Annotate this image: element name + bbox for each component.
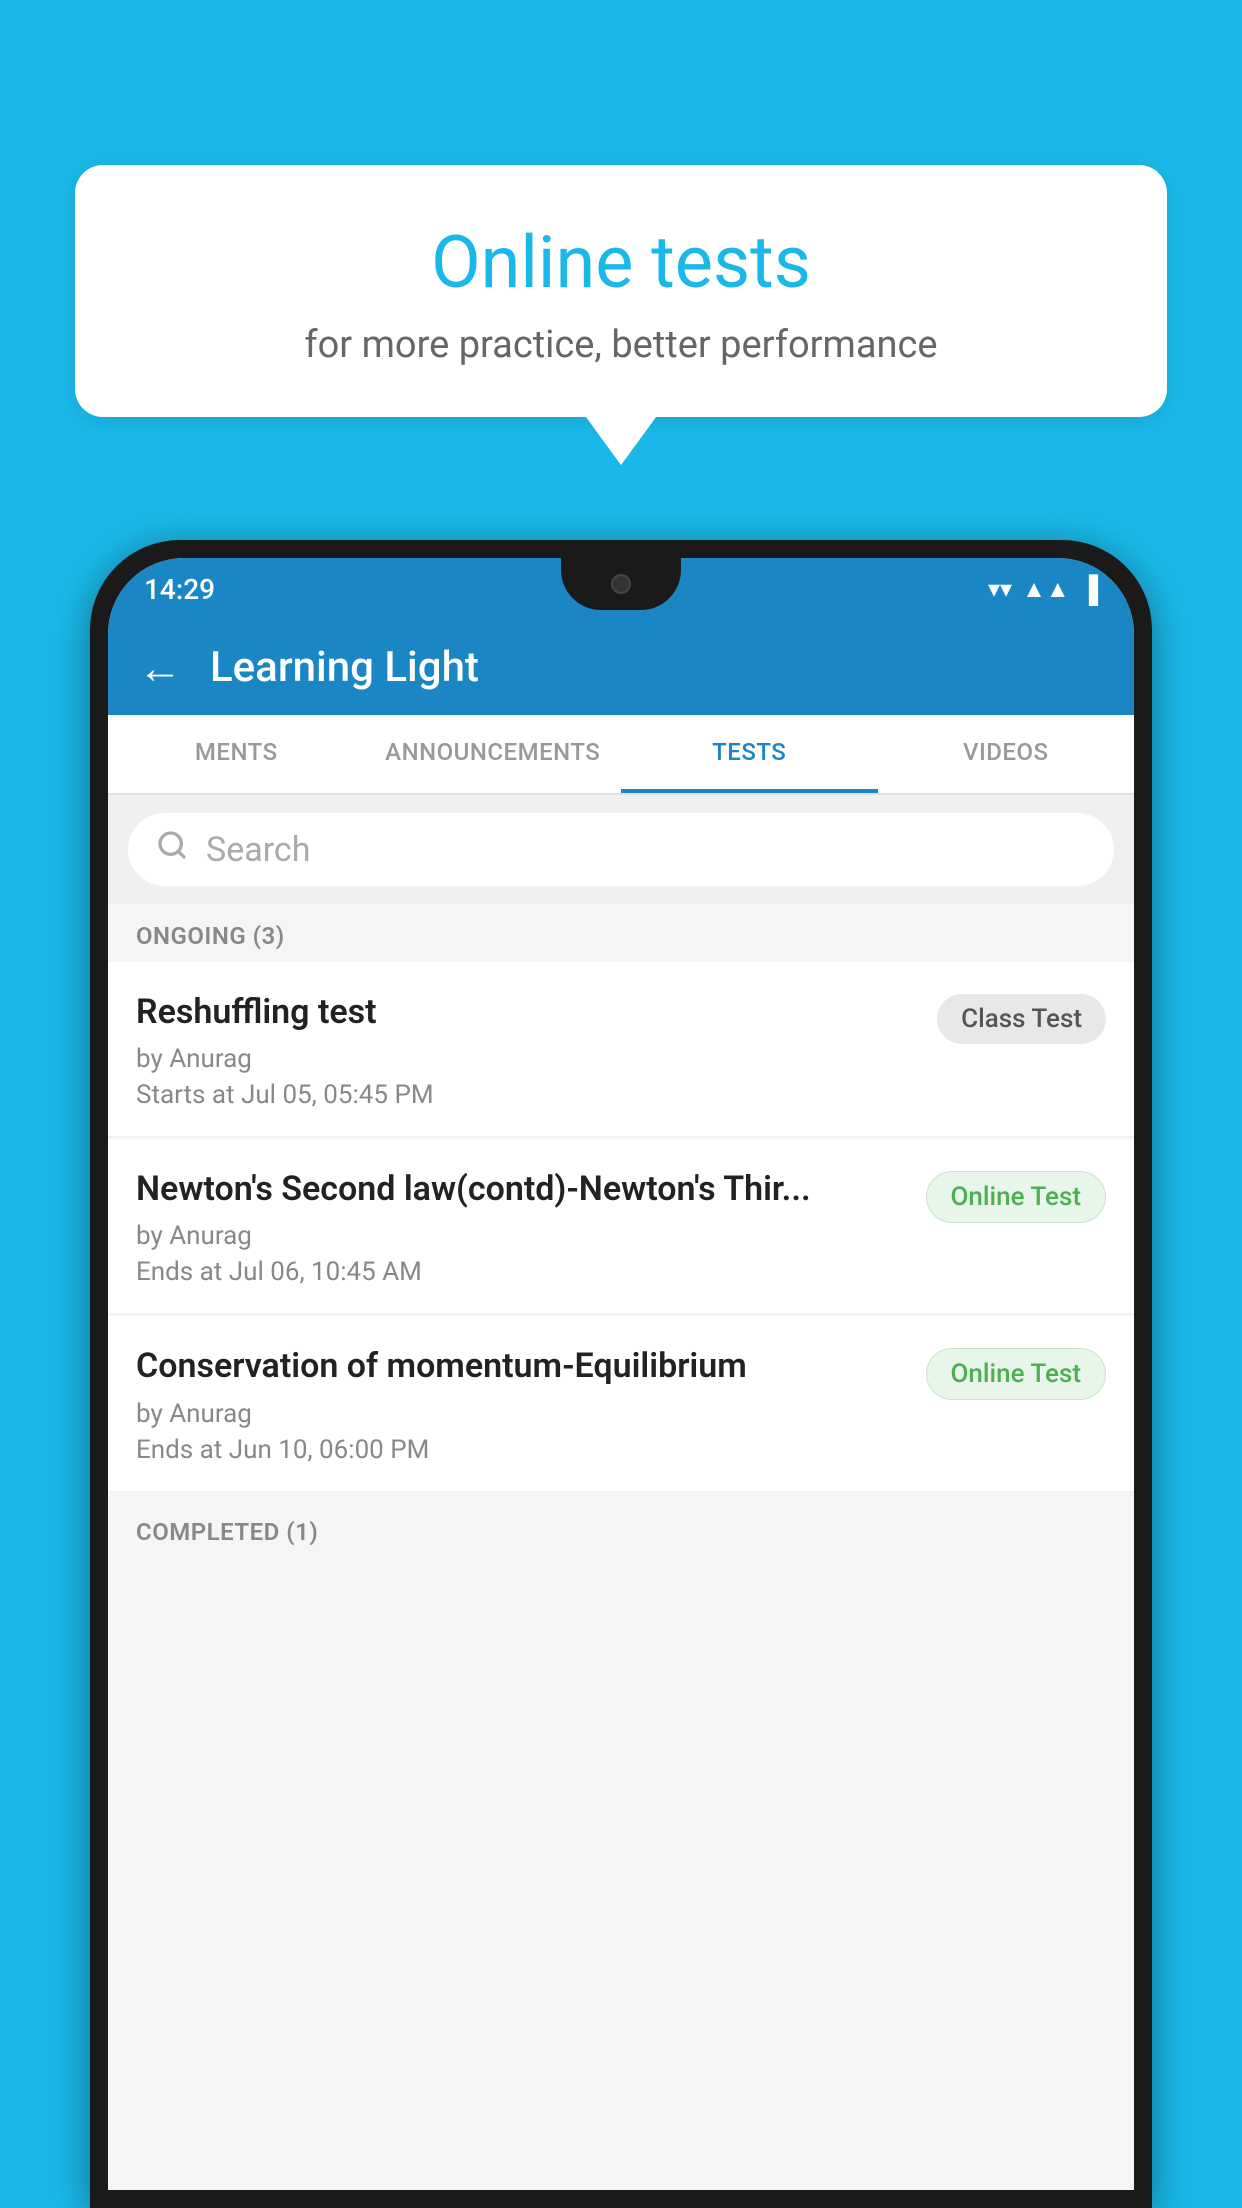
- test-author-2: by Anurag: [136, 1221, 906, 1251]
- test-badge-2: Online Test: [926, 1171, 1107, 1223]
- test-badge-1: Class Test: [937, 994, 1106, 1044]
- ongoing-section-header: ONGOING (3): [108, 904, 1134, 962]
- tabs-bar: MENTS ANNOUNCEMENTS TESTS VIDEOS: [108, 715, 1134, 795]
- bubble-subtitle: for more practice, better performance: [135, 323, 1107, 367]
- status-time: 14:29: [144, 573, 215, 606]
- test-info-1: Reshuffling test by Anurag Starts at Jul…: [136, 990, 917, 1110]
- tab-videos[interactable]: VIDEOS: [878, 715, 1135, 793]
- test-info-3: Conservation of momentum-Equilibrium by …: [136, 1344, 906, 1464]
- test-name-2: Newton's Second law(contd)-Newton's Thir…: [136, 1167, 906, 1211]
- battery-icon: ▐: [1080, 574, 1098, 605]
- tab-tests[interactable]: TESTS: [621, 715, 878, 793]
- back-button[interactable]: ←: [138, 642, 182, 694]
- wifi-icon: ▾▾: [988, 575, 1012, 603]
- speech-bubble: Online tests for more practice, better p…: [75, 165, 1167, 417]
- test-date-3: Ends at Jun 10, 06:00 PM: [136, 1435, 906, 1465]
- signal-icon: ▲▲: [1022, 575, 1070, 604]
- test-author-3: by Anurag: [136, 1399, 906, 1429]
- tab-ments[interactable]: MENTS: [108, 715, 365, 793]
- notch: [561, 558, 681, 610]
- list-content: ONGOING (3) Reshuffling test by Anurag S…: [108, 904, 1134, 2190]
- search-icon: [156, 829, 188, 870]
- search-input-wrapper[interactable]: Search: [128, 813, 1114, 886]
- bubble-title: Online tests: [135, 220, 1107, 305]
- test-date-1: Starts at Jul 05, 05:45 PM: [136, 1080, 917, 1110]
- test-author-1: by Anurag: [136, 1044, 917, 1074]
- test-name-1: Reshuffling test: [136, 990, 917, 1034]
- status-icons: ▾▾ ▲▲ ▐: [988, 574, 1098, 605]
- search-container: Search: [108, 795, 1134, 904]
- test-name-3: Conservation of momentum-Equilibrium: [136, 1344, 906, 1388]
- test-date-2: Ends at Jul 06, 10:45 AM: [136, 1257, 906, 1287]
- tab-announcements[interactable]: ANNOUNCEMENTS: [365, 715, 622, 793]
- status-bar: 14:29 ▾▾ ▲▲ ▐: [108, 558, 1134, 620]
- phone-screen: 14:29 ▾▾ ▲▲ ▐ ← Learning Light MENTS ANN…: [108, 558, 1134, 2190]
- test-info-2: Newton's Second law(contd)-Newton's Thir…: [136, 1167, 906, 1287]
- test-item-1[interactable]: Reshuffling test by Anurag Starts at Jul…: [108, 962, 1134, 1137]
- completed-section-header: COMPLETED (1): [108, 1500, 1134, 1558]
- test-item-3[interactable]: Conservation of momentum-Equilibrium by …: [108, 1316, 1134, 1491]
- phone-frame: 14:29 ▾▾ ▲▲ ▐ ← Learning Light MENTS ANN…: [90, 540, 1152, 2208]
- test-badge-3: Online Test: [926, 1348, 1107, 1400]
- app-header: ← Learning Light: [108, 620, 1134, 715]
- test-item-2[interactable]: Newton's Second law(contd)-Newton's Thir…: [108, 1139, 1134, 1314]
- camera: [611, 574, 631, 594]
- search-placeholder: Search: [206, 830, 310, 870]
- app-title: Learning Light: [210, 643, 479, 692]
